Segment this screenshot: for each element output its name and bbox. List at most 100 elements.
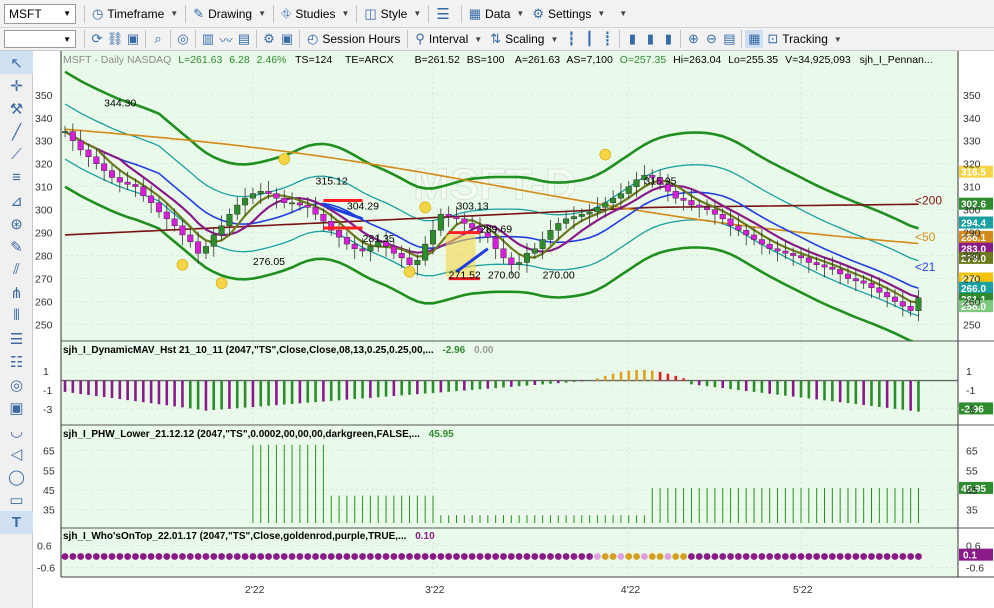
- whos-on-top-dot: [492, 553, 500, 560]
- scaling-button[interactable]: ⇅ Scaling ▼: [486, 28, 562, 50]
- candle-chart-icon[interactable]: ▤: [235, 30, 253, 48]
- candle-body: [77, 140, 84, 151]
- cursor-icon[interactable]: ↖: [0, 51, 33, 74]
- pan-icon[interactable]: ▤: [720, 30, 738, 48]
- separator: [84, 30, 85, 48]
- style-menu[interactable]: ◫ Style ▼: [360, 3, 425, 25]
- candle-body: [899, 301, 906, 307]
- price-tick-label-left: 270: [35, 274, 53, 286]
- grid-view-icon[interactable]: ▦: [745, 30, 764, 48]
- layout-button[interactable]: ☰: [432, 3, 457, 25]
- candle-body: [531, 248, 538, 254]
- candle-body: [813, 262, 820, 265]
- volume-bar-icon[interactable]: ▮: [659, 30, 677, 48]
- studies-menu[interactable]: ⛗ Studies ▼: [277, 3, 353, 25]
- arc-icon[interactable]: ◡: [0, 419, 33, 442]
- chevron-down-icon: ▼: [516, 9, 525, 18]
- settings-menu[interactable]: ⚙ Settings ▼: [528, 3, 609, 25]
- data-menu[interactable]: ▦ Data ▼: [465, 3, 529, 25]
- drawing-menu[interactable]: ✎ Drawing ▼: [189, 3, 270, 25]
- phw-lower-value: 45.95: [429, 429, 454, 440]
- zoom-icon[interactable]: ⌕: [149, 30, 167, 48]
- whos-on-top-dot: [656, 553, 664, 560]
- price-annotation: 271.52: [449, 270, 481, 282]
- symbol-input[interactable]: MSFT ▼: [4, 3, 76, 24]
- crosshair-icon[interactable]: ✛: [0, 74, 33, 97]
- tools-icon[interactable]: ⚒: [0, 97, 33, 120]
- fibonacci-icon[interactable]: ≡: [0, 166, 33, 189]
- channel-icon[interactable]: ⫽: [0, 258, 33, 281]
- lines-icon[interactable]: ☰: [0, 327, 33, 350]
- hist-tick-left: -3: [43, 404, 52, 416]
- price-tick-label-left: 300: [35, 205, 53, 217]
- candle-body: [852, 278, 859, 282]
- gann-icon[interactable]: ⊿: [0, 189, 33, 212]
- bar-chart-icon[interactable]: ▥: [199, 30, 217, 48]
- candle-body: [915, 297, 922, 311]
- pencil-icon[interactable]: ✎: [0, 235, 33, 258]
- dynamic-mav-name: sjh_I_DynamicMAV_Hst 21_10_11 (2047,"TS"…: [63, 345, 434, 356]
- candle-body: [790, 253, 797, 256]
- whos-on-top-dot: [218, 553, 226, 560]
- ellipse-icon[interactable]: ◯: [0, 465, 33, 488]
- line-chart-icon[interactable]: 〰: [217, 30, 235, 48]
- zoom-out-icon[interactable]: ⊖: [702, 30, 720, 48]
- text-icon[interactable]: T: [0, 511, 33, 534]
- chart-link-icon[interactable]: ⛓: [106, 30, 124, 48]
- phw-tick-left: 55: [43, 465, 55, 477]
- scan-icon[interactable]: ◎: [174, 30, 192, 48]
- chevron-down-icon: ▼: [341, 9, 350, 18]
- refresh-icon[interactable]: ⟳: [88, 30, 106, 48]
- whos-on-top-dot: [828, 553, 836, 560]
- whos-on-top-dot: [359, 553, 366, 560]
- palette-icon: ◫: [364, 5, 377, 21]
- bars-icon[interactable]: ⦀: [0, 304, 33, 327]
- header-study: sjh_I_Pennan...: [860, 54, 933, 66]
- interval-button[interactable]: ⚲ Interval ▼: [411, 28, 486, 50]
- format-icon[interactable]: ▣: [278, 30, 296, 48]
- data-label: Data: [485, 6, 511, 21]
- candle-body: [860, 280, 867, 284]
- candle-body: [821, 264, 828, 268]
- price-annotation: 270.00: [488, 270, 520, 282]
- tracking-button[interactable]: ⊡ Tracking ▼: [763, 28, 845, 50]
- session-hours-button[interactable]: ◴ Session Hours: [303, 28, 404, 50]
- zoom-in-icon[interactable]: ⊕: [684, 30, 702, 48]
- pencil-icon: ✎: [193, 5, 205, 21]
- candle-body: [242, 197, 249, 206]
- chart-window-icon[interactable]: ▣: [124, 30, 142, 48]
- chevron-down-icon: ▼: [619, 9, 628, 18]
- whos-on-top-dot: [601, 553, 609, 560]
- levels-icon[interactable]: ☷: [0, 350, 33, 373]
- rectangle-icon[interactable]: ▭: [0, 488, 33, 511]
- trendline-icon[interactable]: ╱: [0, 120, 33, 143]
- study-settings-icon[interactable]: ⚙: [260, 30, 278, 48]
- rect-icon[interactable]: ▣: [0, 396, 33, 419]
- ohlc-icon[interactable]: ┇: [562, 30, 580, 48]
- target-icon[interactable]: ⊛: [0, 212, 33, 235]
- whos-on-top-dot: [750, 553, 758, 560]
- circle-target-icon[interactable]: ◎: [0, 373, 33, 396]
- ray-icon[interactable]: ⟋: [0, 143, 33, 166]
- chart-area[interactable]: MSFT - Daily NASDAQ L=261.63 6.28 2.46% …: [33, 51, 994, 608]
- candlestick-icon[interactable]: ┃: [580, 30, 598, 48]
- candle-body: [187, 234, 194, 243]
- whos-on-top-dot: [805, 553, 813, 560]
- volume-bar-icon[interactable]: ▮: [641, 30, 659, 48]
- secondary-symbol-input[interactable]: ▼: [4, 30, 76, 48]
- toolbar-overflow[interactable]: ▼: [609, 3, 631, 25]
- candle-body: [179, 225, 186, 236]
- pitchfork-icon[interactable]: ⋔: [0, 281, 33, 304]
- session-hours-label: Session Hours: [322, 32, 401, 46]
- whos-on-top-dot: [124, 553, 132, 560]
- phw-tick-right: 45: [966, 485, 978, 497]
- hollow-candle-icon[interactable]: ┋: [598, 30, 616, 48]
- candle-body: [155, 202, 162, 213]
- timeframe-menu[interactable]: ◷ Timeframe ▼: [88, 3, 182, 25]
- pivot-dot: [176, 258, 189, 271]
- volume-bar-icon[interactable]: ▮: [623, 30, 641, 48]
- arrow-icon[interactable]: ◁: [0, 442, 33, 465]
- candle-body: [312, 207, 319, 215]
- whos-on-top-dot: [171, 553, 179, 560]
- candle-body: [672, 191, 679, 199]
